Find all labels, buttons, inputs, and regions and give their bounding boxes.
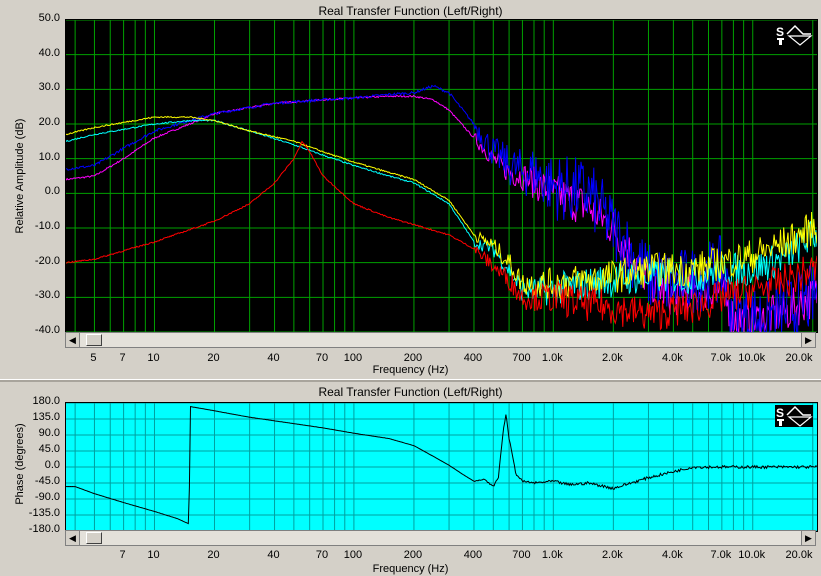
y-tick-label: 90.0 <box>38 427 60 439</box>
x-tick-label: 40 <box>267 352 280 364</box>
amplitude-chart-title: Real Transfer Function (Left/Right) <box>318 4 503 18</box>
phase-x-scrollbar[interactable]: ◀ ▶ <box>65 530 816 546</box>
x-tick-label: 400 <box>463 549 483 561</box>
y-tick-label: -135.0 <box>28 507 60 519</box>
amplitude-plot-area[interactable]: S <box>65 19 818 333</box>
y-tick-label: 135.0 <box>32 411 60 423</box>
x-tick-label: 2.0k <box>601 352 623 364</box>
phase-options-icon[interactable]: S <box>775 405 813 427</box>
y-tick-label: -45.0 <box>34 475 60 487</box>
x-tick-label: 10 <box>147 352 160 364</box>
amplitude-x-scrollbar[interactable]: ◀ ▶ <box>65 332 816 348</box>
x-tick-label: 4.0k <box>661 549 683 561</box>
phase-plot-area[interactable]: S <box>65 402 818 532</box>
x-tick-label: 20 <box>207 549 220 561</box>
svg-text:S: S <box>776 406 784 420</box>
amplitude-x-axis-label: Frequency (Hz) <box>372 364 449 376</box>
x-tick-label: 20 <box>207 352 220 364</box>
x-tick-label: 2.0k <box>601 549 623 561</box>
x-tick-label: 100 <box>343 352 363 364</box>
y-tick-label: 30.0 <box>38 81 60 94</box>
y-tick-label: 10.0 <box>38 150 60 163</box>
y-tick-label: -10.0 <box>34 220 60 232</box>
y-tick-label: -30.0 <box>34 289 60 302</box>
phase-chart-svg <box>66 403 817 531</box>
x-tick-label: 200 <box>403 352 423 364</box>
y-tick-label: -180.0 <box>28 523 60 535</box>
x-tick-label: 20.0k <box>785 549 813 561</box>
x-tick-label: 40 <box>267 549 280 561</box>
phase-panel: Real Transfer Function (Left/Right) Phas… <box>0 382 821 576</box>
y-tick-label: 0.0 <box>44 459 60 471</box>
x-tick-label: 4.0k <box>661 352 683 364</box>
phase-x-axis-label: Frequency (Hz) <box>372 563 449 575</box>
x-tick-label: 10 <box>147 549 160 561</box>
x-tick-label: 200 <box>403 549 423 561</box>
phase-chart-title: Real Transfer Function (Left/Right) <box>318 385 503 399</box>
y-tick-label: -40.0 <box>34 324 60 336</box>
scroll-left-button[interactable]: ◀ <box>66 333 80 347</box>
scroll-right-button[interactable]: ▶ <box>801 333 815 347</box>
x-tick-label: 100 <box>343 549 363 561</box>
x-tick-label: 20.0k <box>785 352 813 364</box>
y-tick-label: -20.0 <box>34 254 60 267</box>
x-tick-label: 1.0k <box>541 352 563 364</box>
x-tick-label: 10.0k <box>738 549 766 561</box>
phase-scroll-right-button[interactable]: ▶ <box>801 531 815 545</box>
y-tick-label: 20.0 <box>38 116 60 128</box>
y-tick-label: 40.0 <box>38 46 60 59</box>
y-tick-label: 180.0 <box>32 395 60 407</box>
x-tick-label: 10.0k <box>738 352 766 364</box>
phase-scroll-left-button[interactable]: ◀ <box>66 531 80 545</box>
phase-scroll-thumb[interactable] <box>86 532 102 544</box>
chart-options-icon[interactable]: S <box>775 24 813 46</box>
svg-text:S: S <box>776 25 784 39</box>
y-tick-label: -90.0 <box>34 491 60 503</box>
amplitude-chart-svg <box>66 20 817 332</box>
y-tick-label: 50.0 <box>38 12 60 24</box>
x-tick-label: 400 <box>463 352 483 364</box>
scroll-thumb[interactable] <box>86 334 102 346</box>
x-tick-label: 1.0k <box>541 549 563 561</box>
amplitude-panel: Real Transfer Function (Left/Right) Rela… <box>0 0 821 379</box>
y-tick-label: 0.0 <box>44 185 60 198</box>
y-tick-label: 45.0 <box>38 443 60 455</box>
